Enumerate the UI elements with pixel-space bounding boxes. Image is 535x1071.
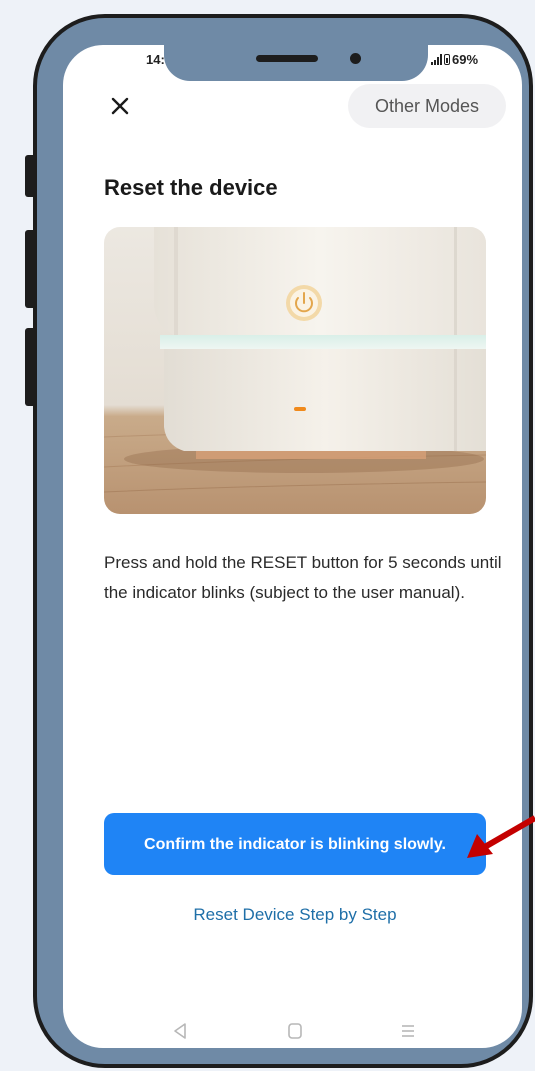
page-title: Reset the device — [104, 175, 278, 200]
phone-side-button-volume-down — [25, 328, 34, 406]
reset-instructions: Press and hold the RESET button for 5 se… — [104, 553, 502, 602]
status-time: 14: — [146, 52, 164, 67]
battery-icon — [444, 54, 450, 65]
home-icon[interactable] — [287, 1022, 303, 1040]
close-button[interactable] — [104, 90, 136, 122]
menu-icon[interactable] — [400, 1022, 416, 1040]
status-indicators: 69% — [431, 52, 478, 67]
signal-icon — [431, 54, 442, 65]
system-nav-bar — [150, 1022, 440, 1046]
phone-side-button-top — [25, 155, 34, 197]
speaker-grille — [256, 55, 318, 62]
close-icon — [111, 97, 129, 115]
device-photo — [104, 227, 486, 514]
back-icon[interactable] — [172, 1022, 188, 1040]
battery-percent: 69% — [452, 52, 479, 67]
reset-step-by-step-link[interactable]: Reset Device Step by Step — [104, 905, 486, 925]
front-camera — [350, 53, 361, 64]
phone-side-button-volume-up — [25, 230, 34, 308]
annotation-arrow-icon — [467, 815, 535, 858]
other-modes-button[interactable]: Other Modes — [348, 84, 506, 128]
confirm-blinking-button[interactable]: Confirm the indicator is blinking slowly… — [104, 813, 486, 875]
